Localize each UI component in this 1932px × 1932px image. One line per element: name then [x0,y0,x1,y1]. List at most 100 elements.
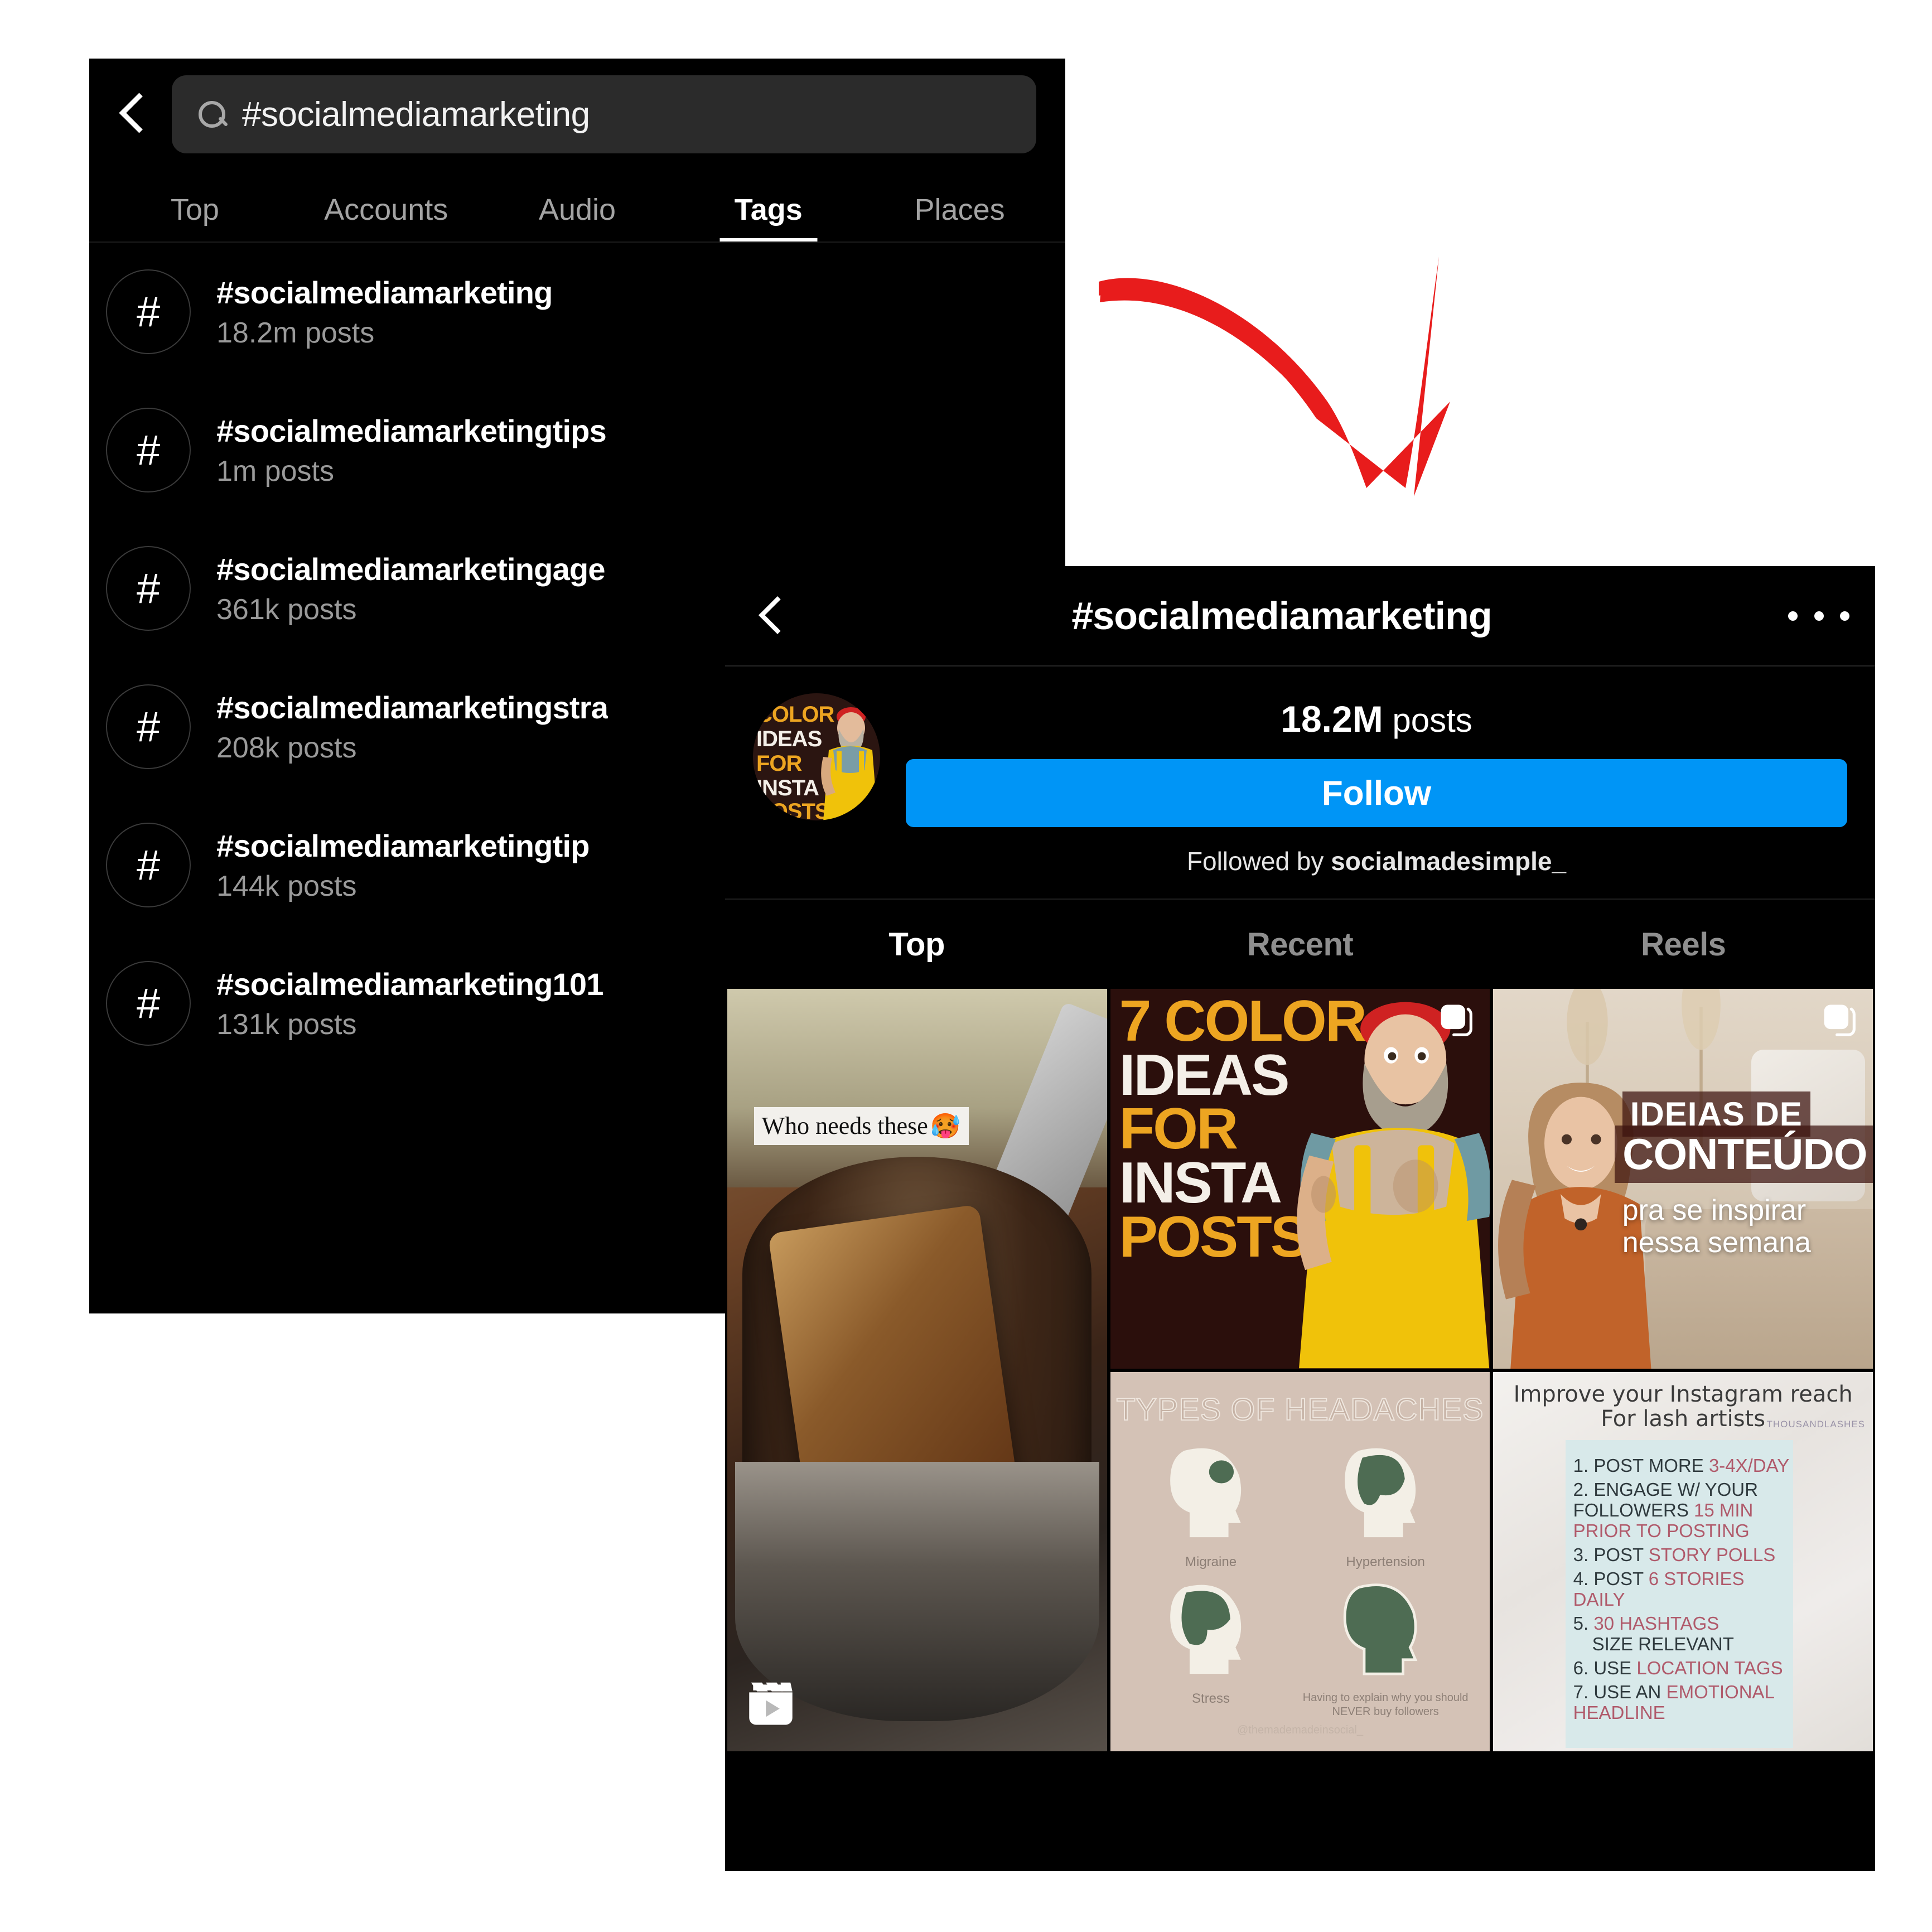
tip-tail: SIZE RELEVANT [1592,1633,1734,1654]
head-silhouette-icon [1343,1583,1418,1675]
tip-item: 4. POST 6 STORIES DAILY [1573,1568,1793,1610]
head-silhouette-icon [1170,1585,1242,1674]
brand-watermark: THOUSANDLASHES [1766,1418,1865,1429]
grid-post-cooking-reel[interactable]: Who needs these 🥵 [727,989,1107,1752]
hashtag-count: 208k posts [216,731,357,764]
tip-item: 6. USE LOCATION TAGS [1573,1658,1793,1679]
avatar-line-2: IDEAS [756,727,822,751]
tip-highlight: LOCATION TAGS [1636,1657,1783,1678]
tip-item: 1. POST MORE 3-4X/DAY [1573,1455,1793,1476]
headache-label: Hypertension [1346,1554,1425,1570]
hashtag-count: 144k posts [216,870,357,902]
carousel-icon [1824,1004,1856,1036]
headache-item-hypertension: Hypertension [1300,1440,1471,1570]
search-input-value: #socialmediamarketing [242,95,590,134]
list-item-text: #socialmediamarketing 18.2m posts [216,274,553,350]
hashtag-name: #socialmediamarketingstra [216,689,608,725]
followed-by-text: Followed by socialmadesimple_ [906,846,1847,876]
page-title: #socialmediamarketing [1071,594,1492,637]
post-count-value: 18.2M [1281,698,1383,740]
tab-places[interactable]: Places [864,192,1055,241]
grid-post-ideias-conteudo[interactable]: IDEIAS DE CONTEÚDO pra se inspirar nessa… [1493,989,1873,1369]
hashtag-meta: 18.2M posts Follow Followed by socialmad… [906,693,1847,876]
back-chevron-icon[interactable] [106,88,160,141]
tips-card: 1. POST MORE 3-4X/DAY 2. ENGAGE W/ YOUR … [1565,1440,1794,1748]
more-options-icon[interactable] [1788,611,1849,621]
tip-plain: POST MORE [1593,1455,1709,1476]
tip-number: 2. [1573,1479,1589,1500]
search-bar-row: #socialmediamarketing [89,59,1065,170]
caption-emoji: 🥵 [930,1112,961,1140]
tip-highlight: 3-4X/DAY [1708,1455,1790,1476]
hashtag-header: #socialmediamarketing [725,566,1875,666]
head-silhouette-icon [1345,1448,1416,1538]
headache-label: Migraine [1185,1554,1237,1570]
followed-by-username: socialmadesimple_ [1331,847,1567,876]
carousel-icon [1441,1004,1473,1036]
post-count-label: posts [1392,702,1472,739]
tip-number: 6. [1573,1657,1589,1678]
tab-accounts[interactable]: Accounts [291,192,482,241]
hashtag-name: #socialmediamarketingtips [216,413,606,448]
hashtag-icon: # [106,546,191,631]
search-icon [195,98,229,131]
caption-text: Who needs these [761,1112,928,1140]
follow-button[interactable]: Follow [906,759,1847,827]
tip-number: 3. [1573,1544,1589,1565]
post-subtitle-line-1: pra se inspirar [1622,1194,1807,1226]
tab-reels[interactable]: Reels [1492,926,1875,963]
avatar-line-4: INSTA [756,776,819,800]
avatar-person-illustration [821,707,878,820]
post-subtitle: pra se inspirar nessa semana [1622,1194,1811,1259]
tip-plain: USE [1593,1657,1637,1678]
avatar[interactable]: COLOR IDEAS FOR INSTA POSTS [753,693,880,820]
bearded-man-illustration [1296,1002,1490,1369]
grid-post-types-of-headaches[interactable]: TYPES OF HEADACHES Migraine Hypertension [1110,1371,1490,1752]
tip-number: 1. [1573,1455,1589,1476]
list-item[interactable]: # #socialmediamarketingtips 1m posts [89,381,1065,519]
tip-plain: USE AN [1593,1681,1667,1702]
post-count: 18.2M posts [906,698,1847,740]
hashtag-name: #socialmediamarketingage [216,551,605,587]
post-heading-line-1: Improve your Instagram reach [1513,1381,1853,1407]
tab-tags[interactable]: Tags [673,192,864,241]
screenshot-canvas: #socialmediamarketing Top Accounts Audio… [0,0,1932,1932]
tip-highlight: STORY POLLS [1648,1544,1776,1565]
tab-audio[interactable]: Audio [482,192,673,241]
hashtag-icon: # [106,408,191,492]
post-caption-overlay: Who needs these 🥵 [754,1107,969,1145]
headache-item-stress: Stress [1126,1577,1296,1707]
grid-post-improve-instagram-reach[interactable]: Improve your Instagram reach For lash ar… [1493,1371,1873,1752]
hashtag-profile-section: COLOR IDEAS FOR INSTA POSTS 18.2M posts … [725,666,1875,900]
back-chevron-icon[interactable] [747,591,798,641]
post-grid: Who needs these 🥵 7 COLOR IDEAS FOR INST… [725,989,1875,1752]
list-item-text: #socialmediamarketingtips 1m posts [216,413,606,488]
post-subtitle-line-2: nessa semana [1622,1226,1811,1259]
hashtag-count: 18.2m posts [216,316,375,349]
hashtag-count: 361k posts [216,593,357,626]
list-item-text: #socialmediamarketingstra 208k posts [216,689,608,765]
headache-item-migraine: Migraine [1126,1440,1296,1570]
post-title: TYPES OF HEADACHES [1115,1391,1484,1427]
tip-plain: POST [1593,1568,1649,1589]
tab-top[interactable]: Top [725,926,1108,963]
tip-number: 4. [1573,1568,1589,1589]
hashtag-icon: # [106,684,191,769]
watermark: @themademadeinsocial_ [1237,1724,1363,1737]
head-silhouette-icon [1170,1448,1242,1538]
tip-plain: POST [1593,1544,1649,1565]
list-item[interactable]: # #socialmediamarketing 18.2m posts [89,243,1065,381]
reels-icon [749,1683,793,1725]
headache-label: Having to explain why you should NEVER b… [1302,1692,1469,1718]
list-item-text: #socialmediamarketingtip 144k posts [216,828,590,903]
red-curved-down-arrow-icon [1099,257,1450,496]
grid-post-color-ideas[interactable]: 7 COLOR IDEAS FOR INSTA POSTS [1110,989,1490,1369]
list-item-text: #socialmediamarketing101 131k posts [216,966,603,1041]
followed-by-prefix: Followed by [1186,847,1331,876]
tip-item: 5. 30 HASHTAGS SIZE RELEVANT [1573,1613,1793,1655]
search-input[interactable]: #socialmediamarketing [172,75,1036,153]
hashtag-count: 1m posts [216,455,334,487]
headache-item-buy-followers: Having to explain why you should NEVER b… [1300,1577,1471,1719]
tab-recent[interactable]: Recent [1108,926,1491,963]
tab-top[interactable]: Top [99,192,291,241]
